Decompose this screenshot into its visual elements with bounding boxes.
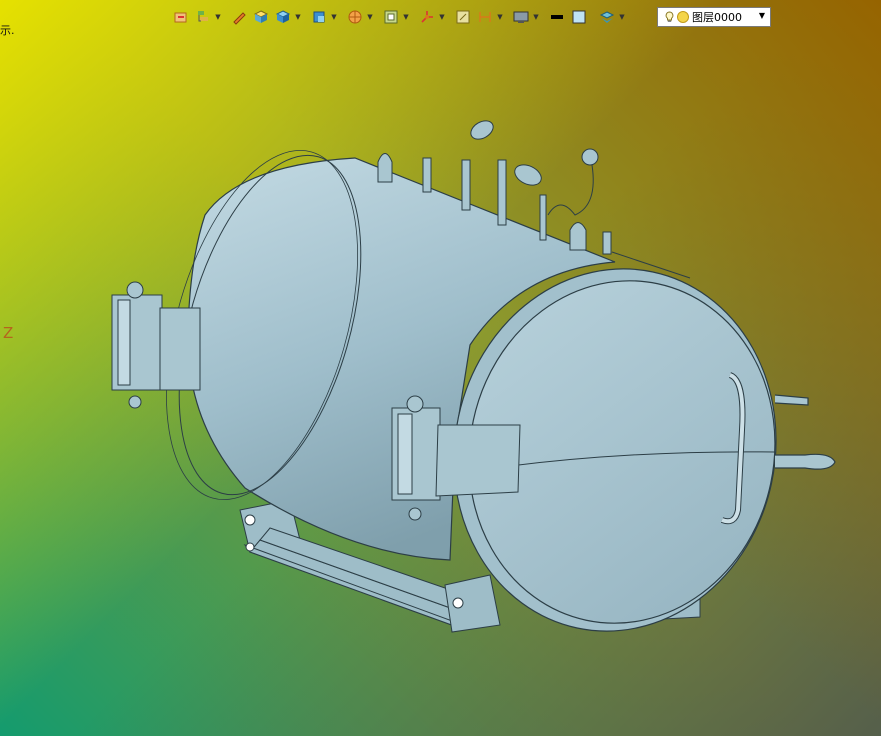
left-clamp bbox=[111, 281, 201, 409]
layer-select[interactable]: 图层0000 ▼ bbox=[657, 7, 771, 27]
cube-view-icon[interactable] bbox=[308, 6, 330, 28]
chevron-down-icon[interactable]: ▼ bbox=[759, 11, 765, 20]
layers-tree-icon[interactable] bbox=[192, 6, 214, 28]
dimension-icon[interactable] bbox=[474, 6, 496, 28]
layer-color-dot[interactable] bbox=[677, 11, 689, 23]
status-text-fragment: 示. bbox=[0, 24, 15, 37]
sphere-section-icon[interactable] bbox=[344, 6, 366, 28]
open-folder-icon[interactable] bbox=[170, 6, 192, 28]
pencil-icon[interactable] bbox=[228, 6, 250, 28]
layer-stack-menu-caret[interactable]: ▼ bbox=[618, 6, 626, 28]
pressure-vessel-model[interactable] bbox=[0, 0, 881, 736]
zoom-box-icon[interactable] bbox=[452, 6, 474, 28]
color-swatch-icon[interactable] bbox=[568, 6, 590, 28]
axis-triad-menu-caret[interactable]: ▼ bbox=[438, 6, 446, 28]
monitor-menu-caret[interactable]: ▼ bbox=[532, 6, 540, 28]
frame-menu-caret[interactable]: ▼ bbox=[402, 6, 410, 28]
layers-tree-menu-caret[interactable]: ▼ bbox=[214, 6, 222, 28]
monitor-icon[interactable] bbox=[510, 6, 532, 28]
dimension-menu-caret[interactable]: ▼ bbox=[496, 6, 504, 28]
sphere-section-menu-caret[interactable]: ▼ bbox=[366, 6, 374, 28]
lightbulb-icon[interactable] bbox=[664, 11, 675, 23]
3d-viewport[interactable]: 示. Z ▼ ▼ ▼ ▼ ▼ ▼ ▼ ▼ ▼ 图层0000 ▼ bbox=[0, 0, 881, 736]
axis-triad-icon[interactable] bbox=[416, 6, 438, 28]
cube-yellow-icon[interactable] bbox=[250, 6, 272, 28]
frame-icon[interactable] bbox=[380, 6, 402, 28]
axis-z-label: Z bbox=[3, 324, 14, 342]
layer-stack-icon[interactable] bbox=[596, 6, 618, 28]
cube-blue-icon[interactable] bbox=[272, 6, 294, 28]
line-black-icon[interactable] bbox=[546, 6, 568, 28]
cube-view-menu-caret[interactable]: ▼ bbox=[330, 6, 338, 28]
layer-select-value: 图层0000 bbox=[692, 11, 742, 24]
cube-blue-menu-caret[interactable]: ▼ bbox=[294, 6, 302, 28]
